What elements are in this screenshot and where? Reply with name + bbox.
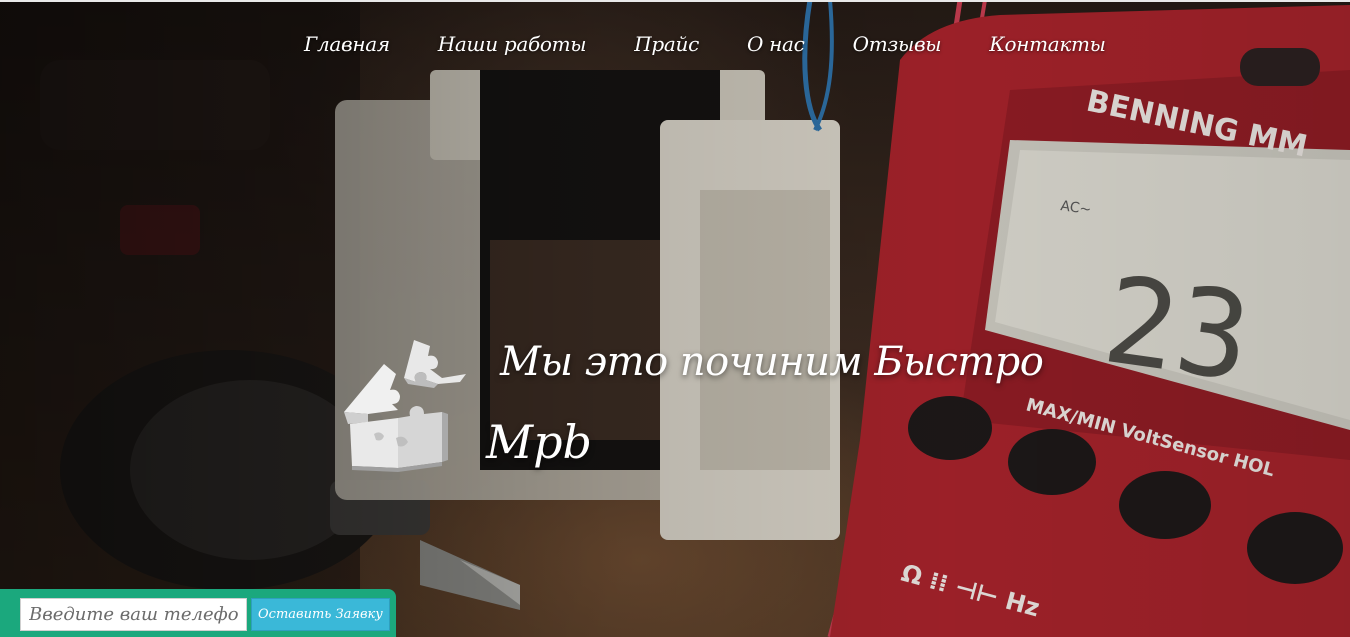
hero-headline: Мы это починим Быстро [500, 339, 1044, 385]
callback-bar: Оставить Заявку [0, 589, 396, 637]
nav-item-about[interactable]: О нас [747, 28, 805, 60]
top-border [0, 0, 1350, 2]
nav-item-contacts[interactable]: Контакты [989, 28, 1106, 60]
puzzle-house-icon [338, 334, 478, 474]
hero-background: AC~ 23 BENNING MM MAX/MIN VoltSensor HOL… [0, 0, 1350, 637]
nav-item-home[interactable]: Главная [304, 28, 390, 60]
nav-item-reviews[interactable]: Отзывы [853, 28, 942, 60]
nav-item-prices[interactable]: Прайс [634, 28, 699, 60]
brand-name: Mpb [486, 415, 592, 469]
submit-request-button[interactable]: Оставить Заявку [251, 598, 390, 631]
phone-input[interactable] [20, 598, 247, 631]
main-nav: Главная Наши работы Прайс О нас Отзывы К… [304, 28, 1154, 60]
nav-item-works[interactable]: Наши работы [438, 28, 587, 60]
hero-overlay [0, 0, 1350, 637]
